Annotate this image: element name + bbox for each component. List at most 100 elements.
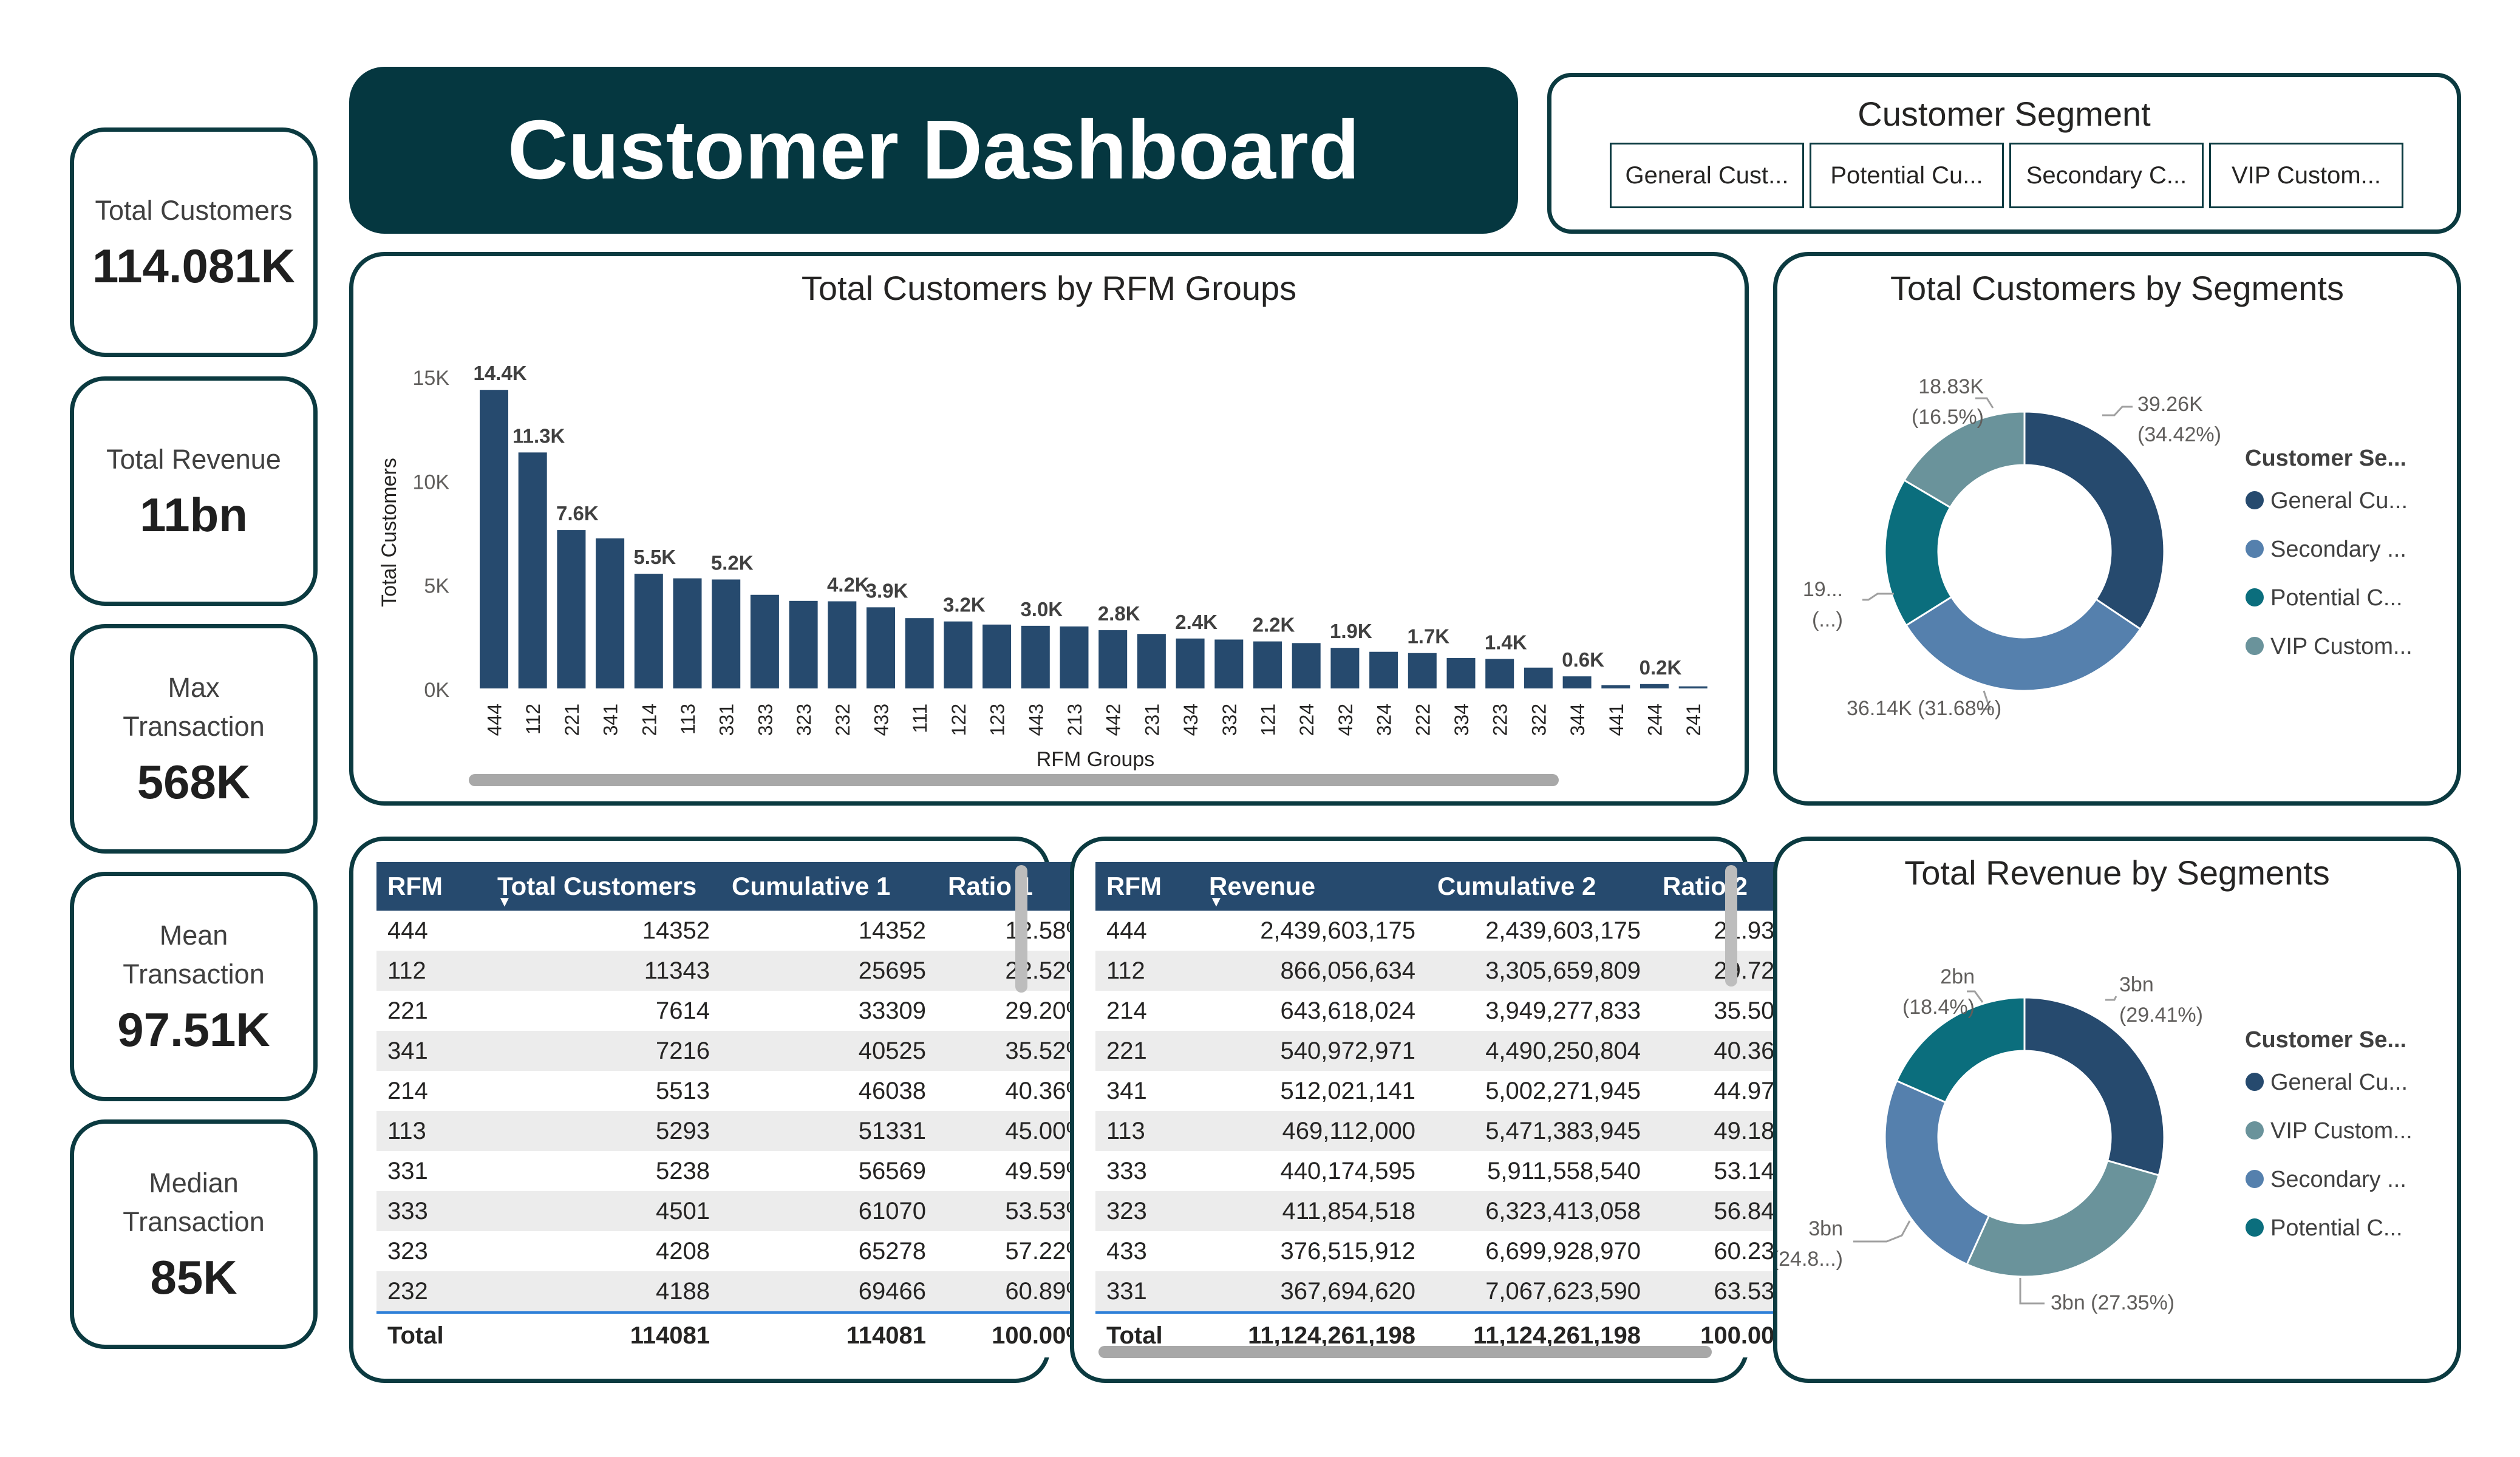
y-tick-label: 10K <box>413 470 450 494</box>
bar <box>712 579 741 688</box>
table-cell: 444 <box>1095 911 1198 951</box>
x-tick-label: 324 <box>1374 704 1395 736</box>
bar <box>1292 643 1321 688</box>
table-cell: 411,854,518 <box>1198 1191 1426 1231</box>
table-cell: 6,699,928,970 <box>1426 1231 1652 1271</box>
kpi-value: 85K <box>150 1250 237 1304</box>
bar <box>1253 641 1282 688</box>
table-cell: 376,515,912 <box>1198 1231 1426 1271</box>
table-cell: 69466 <box>721 1271 937 1313</box>
bar-chart-scrollbar[interactable] <box>469 774 1559 786</box>
table-cell: 2,439,603,175 <box>1426 911 1652 951</box>
column-header[interactable]: RFM <box>1095 862 1198 911</box>
bar <box>1524 667 1553 688</box>
slice-label: (29.41%) <box>2119 1004 2203 1027</box>
table-cell: 341 <box>1095 1071 1198 1111</box>
table-row: 444 14352 14352 12.58% <box>376 911 1098 951</box>
column-header[interactable]: Cumulative 2 <box>1426 862 1652 911</box>
table-row: 221 7614 33309 29.20% <box>376 991 1098 1031</box>
y-tick-label: 0K <box>424 679 449 702</box>
x-tick-label: 213 <box>1064 704 1086 736</box>
kpi-value: 97.51K <box>117 1002 270 1056</box>
table-cell: 5293 <box>486 1111 721 1151</box>
table2-scrollbar[interactable] <box>1725 865 1737 987</box>
column-header[interactable]: RFM <box>376 862 486 911</box>
bar-data-label: 1.4K <box>1485 631 1527 653</box>
bar <box>789 600 818 688</box>
table-cell: 331 <box>376 1151 486 1191</box>
sort-down-icon[interactable]: ▼ <box>1209 894 1224 911</box>
bar-data-label: 5.2K <box>711 552 754 574</box>
table-cell: 65278 <box>721 1231 937 1271</box>
sort-down-icon[interactable]: ▼ <box>497 894 512 911</box>
x-tick-label: 333 <box>754 704 776 736</box>
x-tick-label: 331 <box>716 704 738 736</box>
table-cell: 469,112,000 <box>1198 1111 1426 1151</box>
bar <box>518 452 547 688</box>
table-cell: 444 <box>376 911 486 951</box>
table1-scrollbar[interactable] <box>1015 865 1027 993</box>
table-cell: 5,911,558,540 <box>1426 1151 1652 1191</box>
dashboard-title-banner: Customer Dashboard <box>349 67 1518 234</box>
table-cell: 333 <box>1095 1151 1198 1191</box>
bar <box>1678 686 1708 688</box>
bar-data-label: 0.2K <box>1640 656 1682 679</box>
legend-item: VIP Custom... <box>2270 634 2413 659</box>
slice-leader-line <box>2102 406 2133 416</box>
x-tick-label: 123 <box>987 704 1009 736</box>
legend-marker <box>2246 1218 2264 1237</box>
table-row: 112 866,056,634 3,305,659,809 29.72% <box>1095 951 1807 991</box>
legend-item: General Cu... <box>2270 488 2408 514</box>
bar <box>867 607 895 688</box>
table2-hscrollbar[interactable] <box>1098 1346 1712 1358</box>
slice-leader-line <box>1862 593 1894 601</box>
column-header[interactable]: Cumulative 1 <box>721 862 937 911</box>
x-tick-label: 112 <box>522 704 544 735</box>
bar <box>634 574 663 688</box>
table-row: 214 5513 46038 40.36% <box>376 1071 1098 1111</box>
bar <box>944 621 973 688</box>
slicer-option-secondary[interactable]: Secondary C... <box>2009 143 2204 208</box>
table-cell: 341 <box>376 1031 486 1071</box>
table-cell: 3,949,277,833 <box>1426 991 1652 1031</box>
legend-item: Potential C... <box>2270 585 2403 611</box>
slice-leader-line <box>2105 996 2117 1001</box>
table-cell: 7614 <box>486 991 721 1031</box>
slice-label: 3bn (27.35%) <box>2051 1291 2174 1314</box>
table-cell: 433 <box>1095 1231 1198 1271</box>
donut-slice <box>1966 1159 2161 1278</box>
x-tick-label: 442 <box>1103 704 1125 736</box>
bar <box>596 538 625 688</box>
table-cell: 112 <box>1095 951 1198 991</box>
legend-item: VIP Custom... <box>2270 1118 2413 1144</box>
table-cell: 221 <box>1095 1031 1198 1071</box>
legend-marker <box>2246 540 2264 558</box>
slicer-title: Customer Segment <box>1858 95 2151 133</box>
table-cell: 333 <box>376 1191 486 1231</box>
legend-title: Customer Se... <box>2245 446 2406 471</box>
table-cell: 331 <box>1095 1271 1198 1313</box>
table-row: 331 367,694,620 7,067,623,590 63.53% <box>1095 1271 1807 1313</box>
kpi-card-median-transaction: Median Transaction 85K <box>70 1119 318 1349</box>
bar <box>480 390 508 688</box>
slicer-option-vip[interactable]: VIP Custom... <box>2209 143 2403 208</box>
bar-data-label: 5.5K <box>633 546 676 568</box>
table-cell: 6,323,413,058 <box>1426 1191 1652 1231</box>
revenue-by-segment-panel: Total Revenue by Segments 3bn (29.41%) 3bn… <box>1773 837 2461 1383</box>
table-row: 341 7216 40525 35.52% <box>376 1031 1098 1071</box>
table-row: 113 469,112,000 5,471,383,945 49.18% <box>1095 1111 1807 1151</box>
table-cell: 214 <box>376 1071 486 1111</box>
slicer-option-general[interactable]: General Cust... <box>1610 143 1804 208</box>
slice-label: 3bn <box>2119 973 2154 996</box>
table-row: 331 5238 56569 49.59% <box>376 1151 1098 1191</box>
slicer-option-potential[interactable]: Potential Cu... <box>1810 143 2004 208</box>
bar <box>1176 638 1205 688</box>
total-cell: 114081 <box>721 1311 937 1357</box>
table-cell: 7216 <box>486 1031 721 1071</box>
kpi-value: 11bn <box>140 487 248 542</box>
table-cell: 323 <box>1095 1191 1198 1231</box>
x-tick-label: 322 <box>1528 704 1550 736</box>
x-tick-label: 443 <box>1025 704 1047 736</box>
column-header[interactable]: Total Customers ▼ <box>486 862 721 911</box>
column-header[interactable]: Revenue ▼ <box>1198 862 1426 911</box>
